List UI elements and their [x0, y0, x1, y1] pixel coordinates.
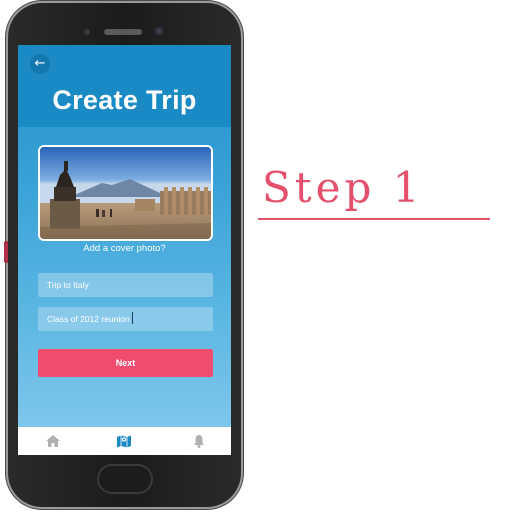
description-value: Class of 2012 reunion: [47, 314, 130, 324]
map-icon[interactable]: [116, 433, 132, 449]
step-label: Step 1: [262, 163, 424, 212]
description-field[interactable]: Class of 2012 reunion: [38, 307, 213, 331]
text-caret: [131, 312, 133, 324]
front-camera: [154, 26, 164, 36]
next-button[interactable]: Next: [38, 349, 213, 377]
side-volume-button: [4, 241, 8, 263]
home-icon[interactable]: [45, 433, 61, 449]
app-screen: ← Create Trip Add a cover photo? Trip to…: [18, 45, 231, 455]
phone-frame: ← Create Trip Add a cover photo? Trip to…: [4, 3, 241, 507]
earpiece-speaker: [104, 29, 142, 35]
cover-photo[interactable]: [38, 145, 213, 241]
trip-name-value: Trip to Italy: [47, 280, 89, 290]
phone-home-button: [97, 464, 153, 494]
front-sensor: [84, 29, 90, 35]
cover-photo-image: [40, 147, 211, 239]
trip-name-field[interactable]: Trip to Italy: [38, 273, 213, 297]
back-arrow-icon[interactable]: ←: [30, 54, 50, 74]
page-title: Create Trip: [52, 85, 197, 115]
step-underline: [258, 218, 490, 220]
header: ← Create Trip: [18, 45, 231, 127]
bottom-tab-bar: [18, 427, 231, 455]
cover-photo-caption[interactable]: Add a cover photo?: [18, 243, 231, 254]
bell-icon[interactable]: [191, 433, 207, 449]
